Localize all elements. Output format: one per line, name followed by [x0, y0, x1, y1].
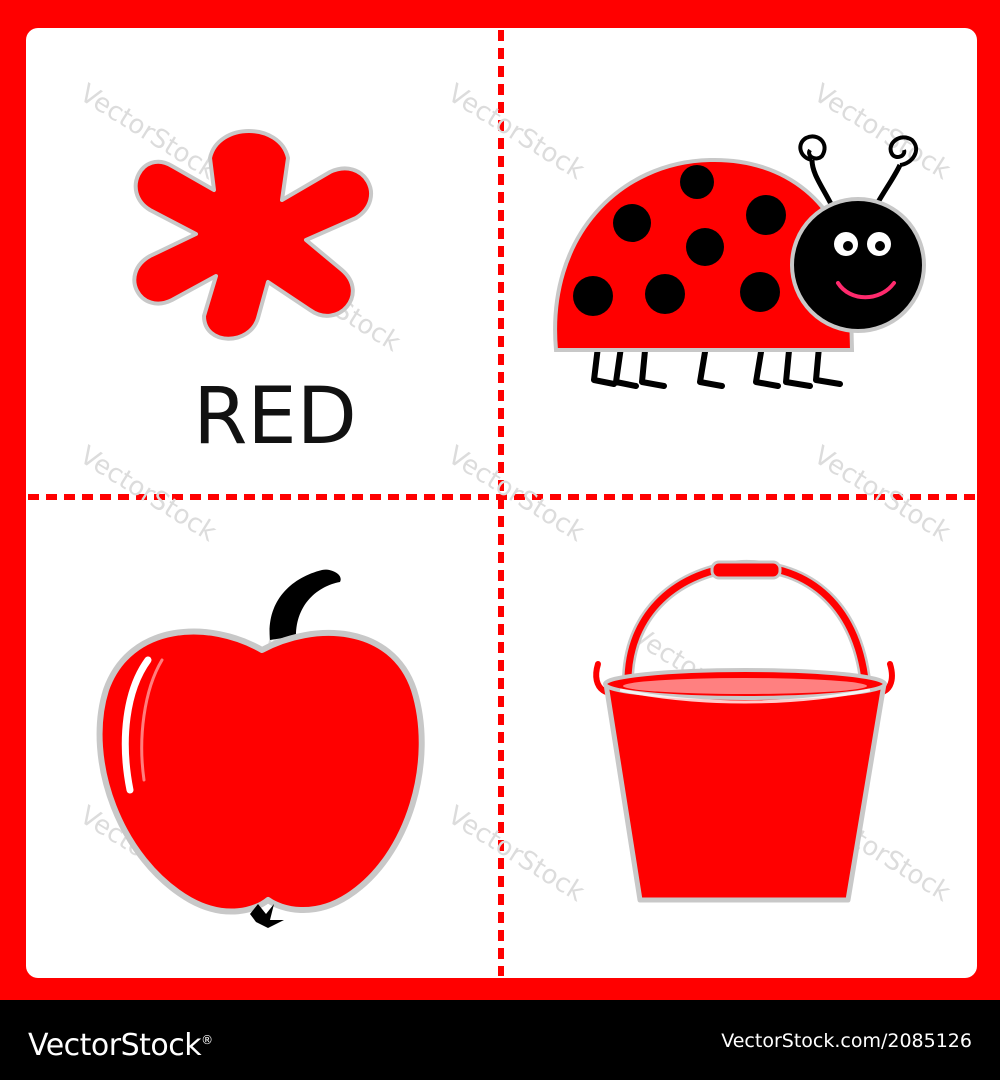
- watermark-text: VectorStock: [442, 78, 589, 185]
- learning-card-image: VectorStock VectorStock VectorStock Vect…: [0, 0, 1000, 1080]
- footer-image-url: VectorStock.com/2085126: [721, 1030, 972, 1052]
- color-word-label: RED: [193, 372, 357, 462]
- card-artwork: VectorStock VectorStock VectorStock Vect…: [28, 30, 976, 976]
- watermark-text: VectorStock: [442, 800, 589, 907]
- apple-icon: [96, 569, 425, 928]
- footer-logo: VectorStock®: [28, 1020, 213, 1066]
- ladybug-icon: [553, 134, 926, 389]
- stock-footer-bar: VectorStock® VectorStock.com/2085126: [0, 1000, 1000, 1080]
- bucket-icon: [593, 559, 895, 903]
- footer-logo-text: VectorStock: [28, 1028, 202, 1063]
- watermark-text: VectorStock: [808, 78, 955, 185]
- footer-logo-mark: ®: [201, 1033, 213, 1047]
